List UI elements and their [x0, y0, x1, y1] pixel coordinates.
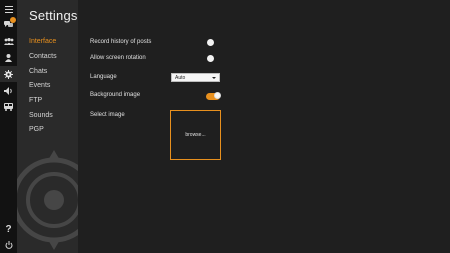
background-image-toggle[interactable] [206, 92, 221, 100]
settings-nav-panel: Settings Interface Contacts Chats Events… [17, 0, 78, 253]
page-title: Settings [29, 8, 78, 23]
settings-rail-button[interactable] [0, 66, 17, 82]
select-image-label: Select image [90, 112, 125, 118]
hamburger-menu-icon [4, 5, 13, 13]
power-icon [5, 241, 12, 249]
nav-item-interface[interactable]: Interface [29, 38, 56, 45]
screen-rotation-label: Allow screen rotation [90, 55, 146, 61]
toggle-knob [214, 92, 221, 99]
watermark-logo [17, 150, 78, 250]
interface-settings-panel: Record history of posts Allow screen rot… [78, 0, 450, 253]
nav-item-contacts[interactable]: Contacts [29, 53, 57, 60]
help-icon: ? [5, 224, 12, 235]
record-history-label: Record history of posts [90, 39, 152, 45]
bus-icon [4, 103, 13, 111]
contacts-rail-button[interactable] [0, 50, 17, 66]
language-select-value: Auto [175, 75, 186, 81]
background-image-label: Background image [90, 92, 141, 98]
record-history-radio[interactable] [207, 39, 214, 46]
browse-label: browse... [185, 132, 206, 138]
sound-rail-button[interactable] [0, 83, 17, 99]
nav-item-events[interactable]: Events [29, 82, 50, 89]
power-rail-button[interactable] [0, 237, 17, 253]
groups-rail-button[interactable] [0, 33, 17, 49]
nav-item-chats[interactable]: Chats [29, 68, 47, 75]
notification-badge [10, 17, 16, 23]
nav-item-pgp[interactable]: PGP [29, 126, 44, 133]
chevron-down-icon [212, 77, 216, 79]
person-icon [5, 54, 12, 62]
menu-button[interactable] [0, 1, 17, 17]
nav-item-ftp[interactable]: FTP [29, 97, 42, 104]
language-label: Language [90, 74, 117, 80]
browse-image-button[interactable]: browse... [170, 110, 221, 160]
help-rail-button[interactable]: ? [0, 222, 17, 238]
group-icon [3, 37, 14, 45]
speaker-icon [4, 87, 12, 95]
screen-rotation-radio[interactable] [207, 55, 214, 62]
transport-rail-button[interactable] [0, 99, 17, 115]
nav-item-sounds[interactable]: Sounds [29, 112, 53, 119]
gear-icon [4, 69, 13, 79]
chats-rail-button[interactable] [0, 16, 17, 32]
language-select[interactable]: Auto [171, 73, 220, 82]
icon-rail: ? [0, 0, 17, 253]
